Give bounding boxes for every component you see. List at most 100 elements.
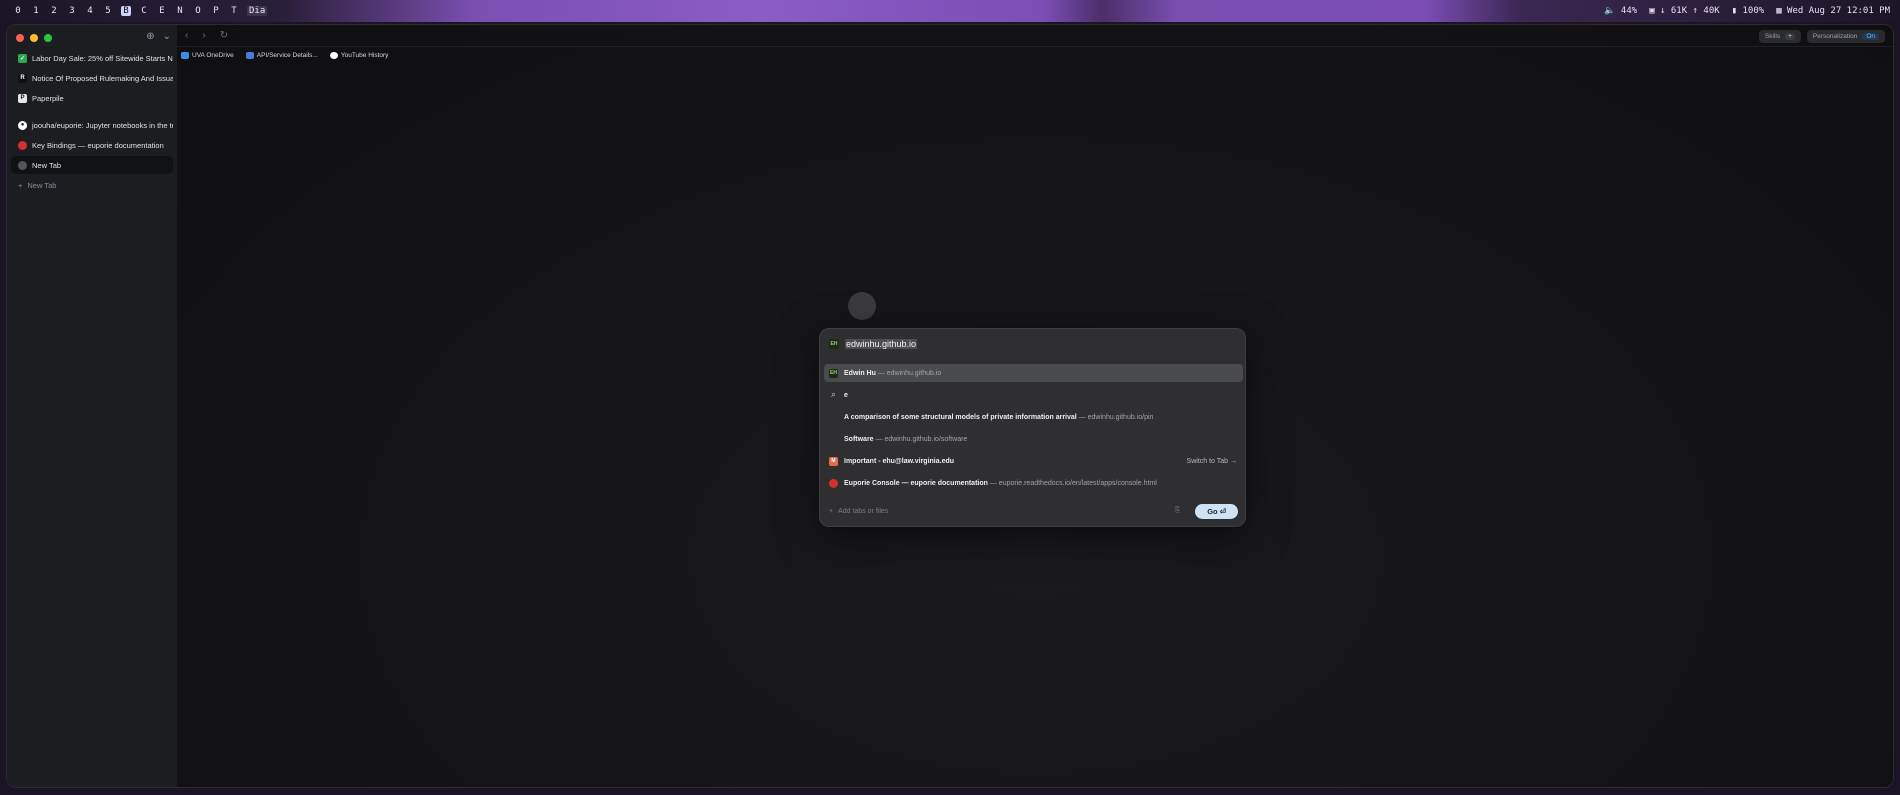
sidebar-tab-euporie[interactable]: Key Bindings — euporie documentation xyxy=(11,136,173,154)
bookmarks-bar: UVA OneDrive API/Service Details... YouT… xyxy=(181,52,388,59)
workspace-5[interactable]: 5 xyxy=(99,6,117,16)
bookmark-label: YouTube History xyxy=(340,52,389,59)
bookmark-label: API/Service Details... xyxy=(256,52,318,59)
reload-icon[interactable]: ↻ xyxy=(220,30,228,41)
workspace-e[interactable]: E xyxy=(153,6,171,16)
palette-input[interactable]: EH edwinhu.github.io xyxy=(829,339,918,349)
skills-plus-icon: + xyxy=(1785,33,1795,40)
google-icon xyxy=(329,52,338,59)
volume-value: 44% xyxy=(1620,6,1638,16)
eh-icon: EH xyxy=(829,339,839,349)
minimize-button[interactable] xyxy=(30,34,38,42)
tab-label: joouha/euporie: Jupyter notebooks in the… xyxy=(32,120,173,130)
network-indicator: ▣ ↓ 61K ↑ 40K xyxy=(1649,6,1720,16)
newtab-icon xyxy=(18,160,27,170)
workspace-switcher: 0 1 2 3 4 5 B C E N O P T Dia xyxy=(0,6,268,16)
personalization-label: Personalization xyxy=(1812,33,1858,40)
workspace-2[interactable]: 2 xyxy=(45,6,63,16)
status-area: 🔈 44% ▣ ↓ 61K ↑ 40K ▮ 100% ▦ Wed Aug 27 … xyxy=(1604,6,1900,16)
download-icon[interactable]: ⊕ xyxy=(146,31,154,42)
skills-button[interactable]: Skills + xyxy=(1758,30,1801,43)
new-tab-button[interactable]: + New Tab xyxy=(11,176,173,194)
new-tab-label: New Tab xyxy=(27,180,57,190)
euporie-icon xyxy=(829,478,838,488)
sidebar-tab-labor-day[interactable]: ✓ Labor Day Sale: 25% off Sitewide Start… xyxy=(11,49,173,67)
sidebar-tab-new-tab[interactable]: New Tab xyxy=(11,156,173,174)
palette-footer: + Add tabs or files ⎘ Go ⏎ xyxy=(829,502,1238,520)
palette-input-value: edwinhu.github.io xyxy=(845,339,918,349)
net-up-value: 40K xyxy=(1703,6,1720,16)
switch-to-tab-button[interactable]: Switch to Tab → xyxy=(1187,458,1237,465)
github-icon: ● xyxy=(18,120,27,130)
top-right-controls: Skills + Personalization On xyxy=(1758,30,1885,43)
suggestion-title: Important - ehu@law.virginia.edu xyxy=(844,457,955,465)
go-button[interactable]: Go ⏎ xyxy=(1195,503,1238,519)
search-icon: ⌕ xyxy=(831,390,836,399)
workspace-0[interactable]: 0 xyxy=(9,6,27,16)
battery-indicator: ▮ 100% xyxy=(1731,6,1765,16)
add-tabs-button[interactable]: Add tabs or files xyxy=(838,508,888,515)
suggestion-title: Edwin Hu xyxy=(844,369,876,377)
personalization-toggle[interactable]: Personalization On xyxy=(1806,30,1885,43)
blank-icon xyxy=(829,435,838,444)
suggestion-edwin-hu[interactable]: EH Edwin Hu — edwinhu.github.io xyxy=(824,364,1243,382)
clock[interactable]: ▦ Wed Aug 27 12:01 PM xyxy=(1776,6,1890,16)
skills-label: Skills xyxy=(1764,33,1781,40)
workspace-3[interactable]: 3 xyxy=(63,6,81,16)
tab-label: Key Bindings — euporie documentation xyxy=(32,140,164,150)
window-controls xyxy=(16,34,52,42)
workspace-o[interactable]: O xyxy=(189,6,207,16)
back-icon[interactable]: ‹ xyxy=(185,30,188,41)
attachment-icon[interactable]: ⎘ xyxy=(1175,507,1181,515)
datetime-value: Wed Aug 27 12:01 PM xyxy=(1787,6,1890,16)
suggestion-sub: — edwinhu.github.io/pin xyxy=(1078,413,1154,421)
forward-icon[interactable]: › xyxy=(202,30,205,41)
onedrive-icon xyxy=(181,52,189,59)
suggestion-software[interactable]: Software — edwinhu.github.io/software xyxy=(824,430,1243,448)
personalization-state: On xyxy=(1862,33,1879,40)
api-icon xyxy=(245,52,254,59)
bookmark-label: UVA OneDrive xyxy=(192,52,234,59)
workspace-4[interactable]: 4 xyxy=(81,6,99,16)
browser-logo xyxy=(848,292,876,320)
eh-icon: EH xyxy=(829,368,838,378)
sidebar-tab-paperpile[interactable]: P Paperpile xyxy=(11,89,173,107)
sidebar-tab-notice[interactable]: R Notice Of Proposed Rulemaking And Issu… xyxy=(11,69,173,87)
plus-icon[interactable]: + xyxy=(829,508,833,515)
command-palette: EH edwinhu.github.io EH Edwin Hu — edwin… xyxy=(819,328,1246,527)
bookmark-api-service[interactable]: API/Service Details... xyxy=(245,52,318,59)
tab-label: Paperpile xyxy=(32,93,64,103)
workspace-t[interactable]: T xyxy=(225,6,243,16)
suggestion-sub: — euporie.readthedocs.io/en/latest/apps/… xyxy=(989,479,1157,487)
workspace-n[interactable]: N xyxy=(171,6,189,16)
chevron-down-icon[interactable]: ⌄ xyxy=(163,31,171,42)
suggestion-sub: — edwinhu.github.io xyxy=(877,369,942,377)
suggestion-title: Euporie Console — euporie documentation xyxy=(844,479,988,487)
sidebar: ⊕ ⌄ ✓ Labor Day Sale: 25% off Sitewide S… xyxy=(7,25,177,787)
suggestion-euporie-console[interactable]: Euporie Console — euporie documentation … xyxy=(824,474,1243,492)
sidebar-controls: ⊕ ⌄ xyxy=(146,31,171,42)
workspace-p[interactable]: P xyxy=(207,6,225,16)
workspace-dia[interactable]: Dia xyxy=(247,6,268,16)
suggestion-mail[interactable]: M Important - ehu@law.virginia.edu Switc… xyxy=(824,452,1243,470)
tab-label: New Tab xyxy=(32,160,62,170)
sidebar-tab-github[interactable]: ● joouha/euporie: Jupyter notebooks in t… xyxy=(11,116,173,134)
suggestion-pin[interactable]: A comparison of some structural models o… xyxy=(824,408,1243,426)
suggestion-title: A comparison of some structural models o… xyxy=(844,413,1077,421)
suggestion-title: Software xyxy=(844,435,874,443)
sale-icon: ✓ xyxy=(18,53,27,63)
net-down-value: 61K xyxy=(1670,6,1688,16)
workspace-b[interactable]: B xyxy=(121,6,131,16)
suggestion-search[interactable]: ⌕ e xyxy=(824,386,1243,404)
workspace-1[interactable]: 1 xyxy=(27,6,45,16)
suggestion-sub: — edwinhu.github.io/software xyxy=(875,435,968,443)
bookmark-uva-onedrive[interactable]: UVA OneDrive xyxy=(181,52,234,59)
bookmark-youtube-history[interactable]: YouTube History xyxy=(329,52,389,59)
volume-indicator[interactable]: 🔈 44% xyxy=(1604,6,1637,16)
close-button[interactable] xyxy=(16,34,24,42)
plus-icon: + xyxy=(18,180,23,190)
r-icon: R xyxy=(18,73,27,83)
zoom-button[interactable] xyxy=(44,34,52,42)
workspace-c[interactable]: C xyxy=(135,6,153,16)
mail-icon: M xyxy=(829,456,838,466)
